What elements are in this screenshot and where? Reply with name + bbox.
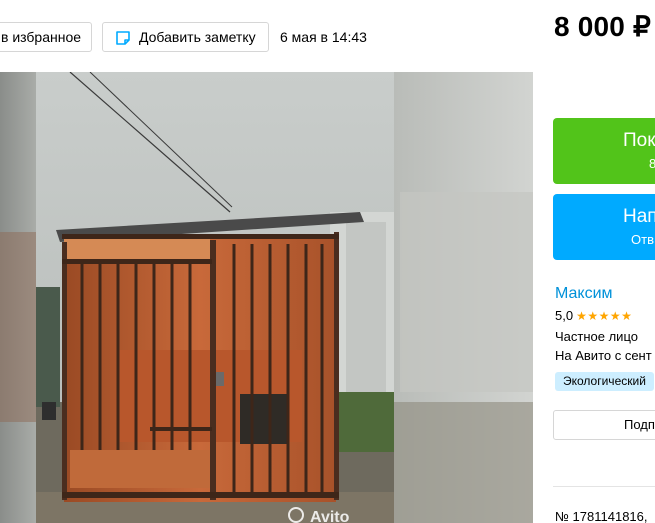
add-note-button[interactable]: Добавить заметку xyxy=(102,22,269,52)
price: 8 000 ₽ xyxy=(554,11,652,42)
seller-rating[interactable]: 5,0 ★★★★★ xyxy=(555,308,632,323)
item-number: № 1781141816, xyxy=(555,509,648,523)
add-to-favorites-button[interactable]: в избранное xyxy=(0,22,92,52)
seller-since: На Авито с сент xyxy=(555,348,652,363)
show-phone-button[interactable]: Пок 8 xyxy=(553,118,655,184)
phone-prefix: 8 xyxy=(649,156,655,171)
eco-badge[interactable]: Экологический xyxy=(555,372,654,391)
listing-photo: Avito xyxy=(0,72,533,523)
photo-watermark: Avito xyxy=(310,509,350,523)
write-message-label: Напи xyxy=(623,206,655,227)
reply-time-label: Отв xyxy=(631,232,654,247)
show-phone-label: Пок xyxy=(623,130,655,151)
seller-type: Частное лицо xyxy=(555,329,638,344)
write-message-button[interactable]: Напи Отв xyxy=(553,194,655,260)
note-icon xyxy=(116,31,130,45)
favorites-label: в избранное xyxy=(1,29,82,45)
rating-stars-icon: ★★★★★ xyxy=(576,309,633,323)
seller-name-link[interactable]: Максим xyxy=(555,285,613,303)
publish-date: 6 мая в 14:43 xyxy=(280,29,367,45)
note-label: Добавить заметку xyxy=(139,29,256,45)
subscribe-button[interactable]: Подп xyxy=(553,410,655,440)
subscribe-label: Подп xyxy=(624,417,655,432)
photo-gallery[interactable]: Avito xyxy=(0,72,533,523)
divider xyxy=(553,486,655,487)
rating-value: 5,0 xyxy=(555,308,574,323)
